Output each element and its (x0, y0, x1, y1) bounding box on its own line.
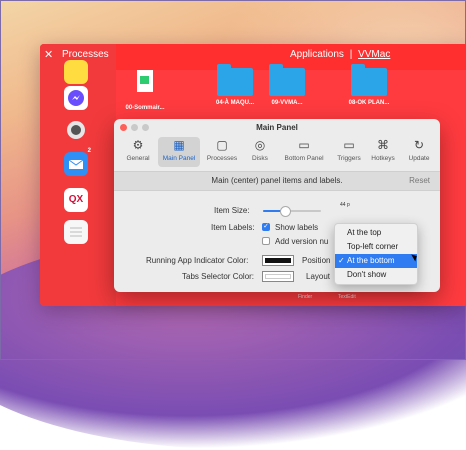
item-size-slider[interactable] (263, 206, 321, 217)
info-bar: Main (center) panel items and labels. Re… (114, 171, 440, 191)
messenger-icon[interactable] (64, 86, 88, 110)
hotkey-icon: ⌘ (377, 138, 389, 152)
tab-triggers[interactable]: ▭ Triggers (334, 137, 364, 167)
folder-icon (351, 64, 387, 96)
tab-vvmac[interactable]: VVMac (358, 49, 390, 60)
running-color-well[interactable] (262, 255, 294, 266)
panel-icon: ▭ (298, 138, 310, 152)
spreadsheet-icon (137, 70, 153, 92)
folder-icon (269, 64, 305, 96)
file-item[interactable]: 04-À MAQU... (208, 64, 262, 106)
add-version-label: Add version nu (275, 237, 329, 246)
qx-app-icon[interactable]: QX (64, 188, 88, 212)
grid-icon: ▦ (173, 138, 185, 152)
running-color-label: Running App Indicator Color: (146, 256, 249, 265)
layout-label: Layout (306, 272, 331, 281)
tab-main-panel[interactable]: ▦ Main Panel (158, 137, 200, 167)
panel-description: Main (center) panel items and labels. (211, 176, 343, 185)
disk-icon: ◎ (254, 138, 266, 152)
dock-title: Processes (62, 49, 109, 60)
close-icon[interactable]: ✕ (44, 48, 53, 61)
item-labels-label: Item Labels: (211, 223, 255, 232)
position-dropdown-menu[interactable]: At the top Top-left corner ✓ At the bott… (334, 223, 418, 285)
title-bar: Main Panel (114, 119, 440, 135)
show-labels-label: Show labels (275, 223, 319, 232)
menu-item-top[interactable]: At the top (335, 226, 417, 240)
add-version-checkbox[interactable] (262, 237, 270, 245)
tab-processes[interactable]: ▢ Processes (204, 137, 240, 167)
dock-tabs: Applications | VVMac (290, 49, 391, 60)
slider-knob[interactable] (280, 206, 291, 217)
cube-app-icon[interactable] (64, 60, 88, 84)
bug-app-icon[interactable] (64, 118, 88, 142)
reset-button[interactable]: Reset (409, 176, 430, 185)
item-size-value: 44 p (340, 202, 350, 208)
trigger-icon: ▭ (343, 138, 355, 152)
panel-title: Main Panel (256, 123, 298, 132)
menu-item-dont-show[interactable]: Don't show (335, 268, 417, 282)
menu-item-bottom[interactable]: ✓ At the bottom (335, 254, 417, 268)
gear-icon: ⚙ (132, 138, 144, 152)
file-item[interactable]: 08-OK PLAN... (342, 64, 396, 106)
checkmark-icon: ✓ (338, 256, 345, 265)
notes-icon[interactable] (64, 220, 88, 244)
dock-label: TextEdit (338, 294, 356, 300)
tab-hotkeys[interactable]: ⌘ Hotkeys (368, 137, 398, 167)
tab-disks[interactable]: ◎ Disks (246, 137, 274, 167)
dock-label: Finder (298, 294, 313, 300)
mail-badge: 2 (87, 148, 91, 154)
position-label: Position (302, 256, 331, 265)
tab-general[interactable]: ⚙ General (122, 137, 154, 167)
refresh-icon: ↻ (413, 138, 425, 152)
chip-icon: ▢ (216, 138, 228, 152)
mail-icon[interactable]: 2 (64, 148, 91, 176)
item-size-label: Item Size: (214, 206, 250, 215)
show-labels-checkbox[interactable]: ✓ (262, 223, 270, 231)
file-item[interactable]: 09-VVMA... (260, 64, 314, 106)
tab-applications[interactable]: Applications (290, 49, 344, 60)
tabs-color-label: Tabs Selector Color: (182, 272, 255, 281)
tab-bottom-panel[interactable]: ▭ Bottom Panel (280, 137, 328, 167)
file-item[interactable]: 00-Sommair... (118, 68, 172, 111)
tab-update[interactable]: ↻ Update (404, 137, 434, 167)
folder-icon (217, 64, 253, 96)
tabs-color-well[interactable] (262, 271, 294, 282)
menu-item-top-left[interactable]: Top-left corner (335, 240, 417, 254)
